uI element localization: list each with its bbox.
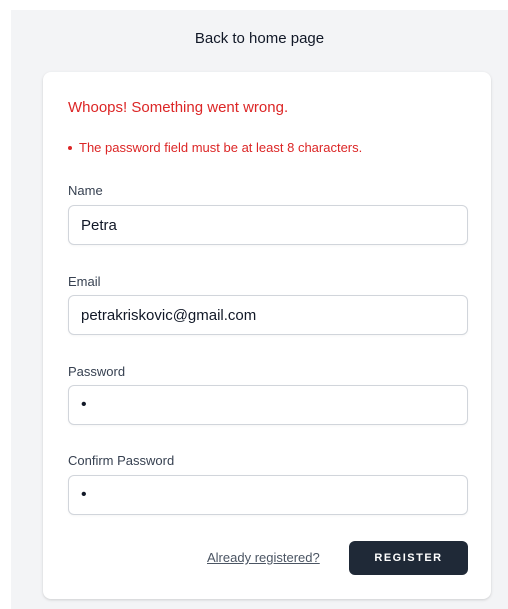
error-list: The password field must be at least 8 ch… <box>68 140 362 155</box>
confirm-password-field[interactable] <box>68 475 468 515</box>
register-button[interactable]: REGISTER <box>349 541 468 575</box>
register-card: Whoops! Something went wrong. The passwo… <box>43 72 491 599</box>
name-field[interactable] <box>68 205 468 245</box>
bullet-icon <box>68 145 72 150</box>
back-to-home-link[interactable]: Back to home page <box>11 30 508 47</box>
error-message: The password field must be at least 8 ch… <box>79 140 363 155</box>
password-label: Password <box>68 364 126 379</box>
error-item: The password field must be at least 8 ch… <box>68 140 362 155</box>
email-field[interactable] <box>68 295 468 335</box>
confirm-password-label: Confirm Password <box>68 453 175 468</box>
error-title: Whoops! Something went wrong. <box>68 99 289 116</box>
page-background: Back to home page Whoops! Something went… <box>11 10 508 609</box>
email-label: Email <box>68 274 101 289</box>
password-field[interactable] <box>68 385 468 425</box>
already-registered-link[interactable]: Already registered? <box>207 550 320 565</box>
name-label: Name <box>68 183 103 198</box>
